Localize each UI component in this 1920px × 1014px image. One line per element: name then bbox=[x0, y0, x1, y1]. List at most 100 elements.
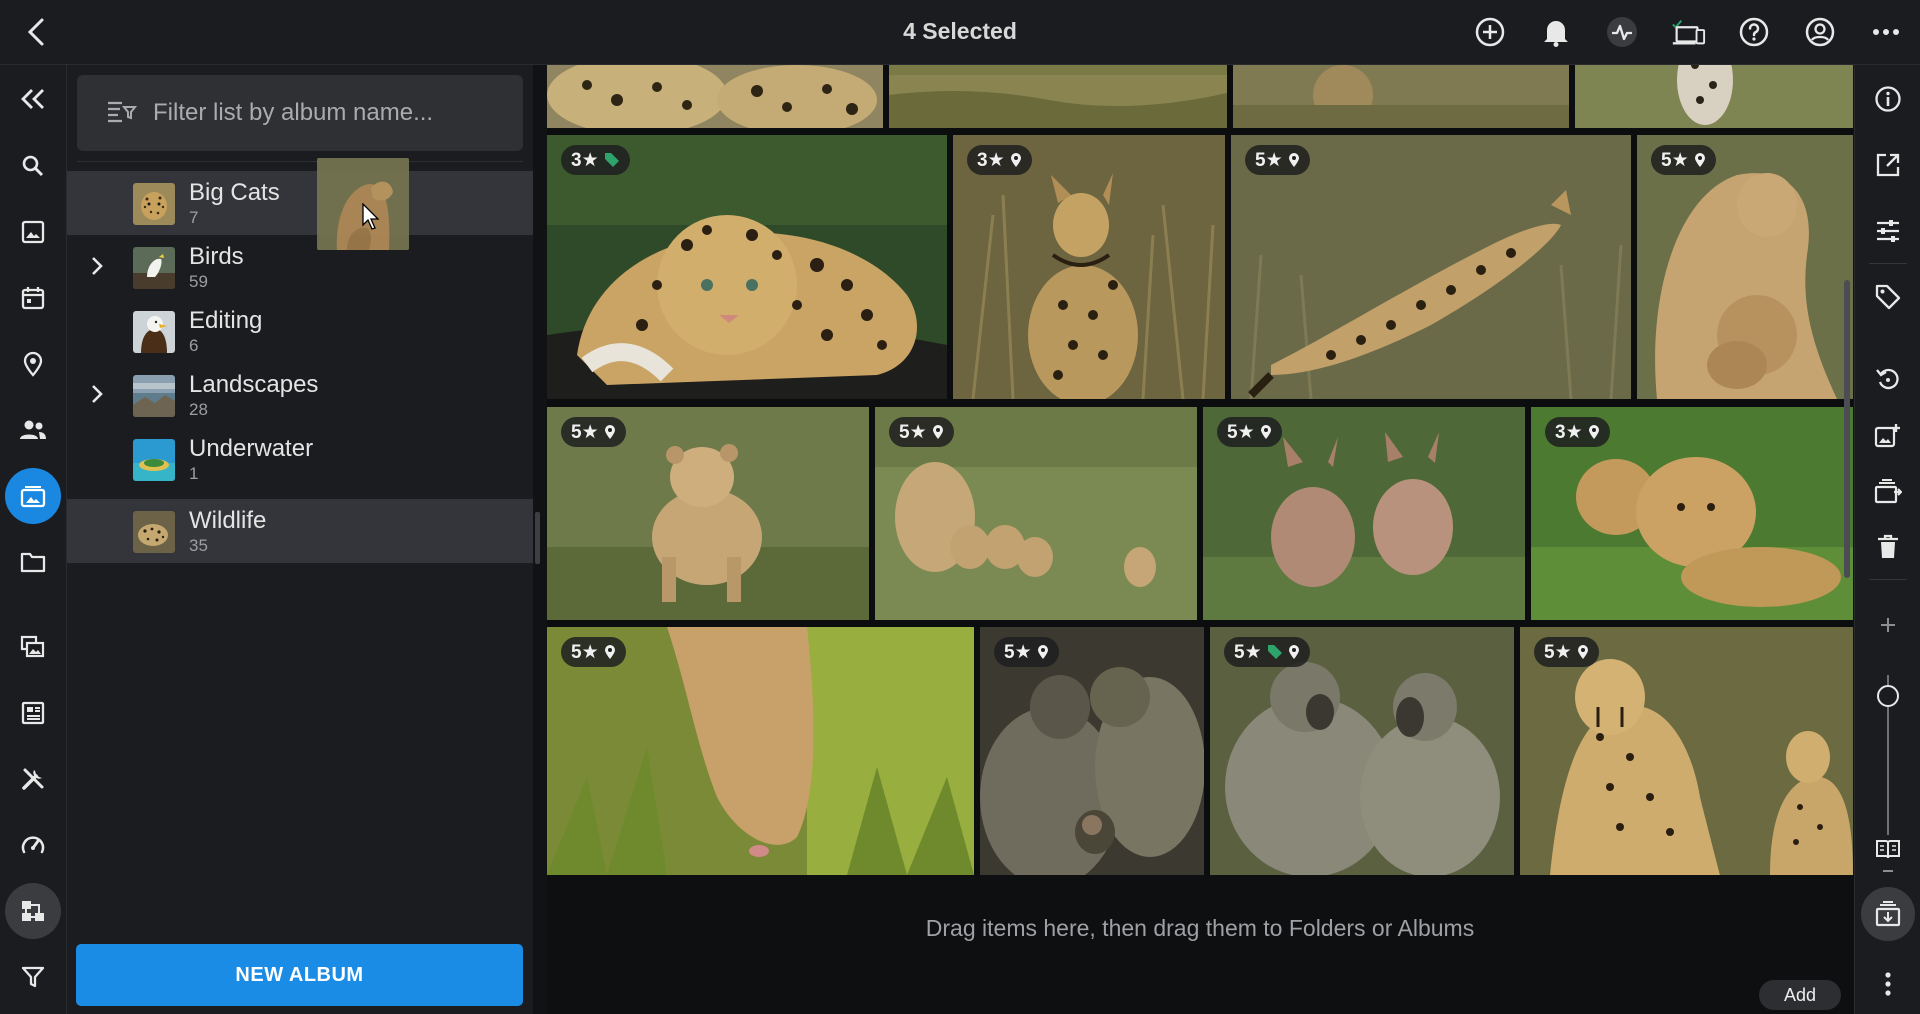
back-button[interactable] bbox=[16, 12, 56, 52]
photo-tile-lioness-drinking[interactable]: 5★ bbox=[547, 627, 974, 875]
album-thumbnail bbox=[133, 439, 175, 481]
photo-tile-row0-2[interactable] bbox=[889, 65, 1227, 128]
album-thumbnail bbox=[133, 247, 175, 289]
album-name: Underwater bbox=[189, 435, 314, 462]
album-item-underwater[interactable]: Underwater 1 bbox=[67, 427, 533, 491]
photo-badge: 5★ bbox=[1217, 417, 1282, 447]
rating-label: 5★ bbox=[1004, 641, 1032, 663]
photo-tile-baboon-with-baby[interactable]: 5★ bbox=[980, 627, 1204, 875]
photo-tile-lion-cubs-grass[interactable]: 3★ bbox=[1531, 407, 1853, 620]
album-item-big-cats[interactable]: Big Cats 7 bbox=[67, 171, 533, 235]
zoom-slider-handle[interactable] bbox=[1877, 685, 1899, 707]
photo-tile-leopard-resting[interactable]: 3★ bbox=[547, 135, 947, 399]
devices-button[interactable] bbox=[1670, 14, 1706, 50]
location-pin-icon bbox=[932, 425, 943, 439]
photo-tile-row0-3[interactable] bbox=[1233, 65, 1569, 128]
drag-drop-basket[interactable]: Drag items here, then drag them to Folde… bbox=[547, 875, 1853, 1014]
basket-toggle-button[interactable] bbox=[1861, 887, 1915, 941]
location-pin-icon bbox=[604, 425, 615, 439]
help-button[interactable] bbox=[1736, 14, 1772, 50]
new-album-button[interactable]: NEW ALBUM bbox=[76, 944, 523, 1006]
panel-resize-handle[interactable] bbox=[535, 512, 540, 564]
rail-tools[interactable] bbox=[5, 751, 61, 807]
location-pin-icon bbox=[1260, 425, 1271, 439]
adjust-button[interactable] bbox=[1864, 207, 1912, 255]
devices-icon bbox=[1672, 20, 1706, 45]
account-icon bbox=[1805, 17, 1835, 47]
photo-tile-lion-family[interactable]: 5★ bbox=[875, 407, 1197, 620]
add-to-album-button[interactable] bbox=[1864, 411, 1912, 459]
album-count: 7 bbox=[189, 208, 199, 227]
add-button[interactable] bbox=[1472, 14, 1508, 50]
album-item-wildlife[interactable]: Wildlife 35 bbox=[67, 499, 533, 563]
activity-button[interactable] bbox=[1604, 14, 1640, 50]
grid-scrollbar[interactable] bbox=[1844, 280, 1850, 578]
more-actions-button[interactable] bbox=[1864, 960, 1912, 1008]
more-button[interactable] bbox=[1868, 14, 1904, 50]
photo-tile-jackals[interactable]: 5★ bbox=[1203, 407, 1525, 620]
zoom-in-button[interactable] bbox=[1864, 601, 1912, 649]
photo-tile-row0-4[interactable] bbox=[1575, 65, 1853, 128]
album-item-editing[interactable]: Editing 6 bbox=[67, 299, 533, 363]
rail-photos[interactable] bbox=[5, 204, 61, 260]
map-pin-icon bbox=[23, 351, 43, 377]
add-button[interactable]: Add bbox=[1759, 980, 1841, 1010]
rail-people[interactable] bbox=[5, 402, 61, 458]
album-item-landscapes[interactable]: Landscapes 28 bbox=[67, 363, 533, 427]
account-button[interactable] bbox=[1802, 14, 1838, 50]
rail-filter[interactable] bbox=[5, 949, 61, 1005]
notifications-button[interactable] bbox=[1538, 14, 1574, 50]
rail-calendar[interactable] bbox=[5, 270, 61, 326]
album-name: Editing bbox=[189, 307, 263, 334]
add-to-album-icon bbox=[1874, 424, 1900, 448]
rail-hierarchy[interactable] bbox=[5, 883, 61, 939]
photo-badge: 5★ bbox=[1534, 637, 1599, 667]
location-pin-icon bbox=[1588, 425, 1599, 439]
rotate-button[interactable] bbox=[1864, 355, 1912, 403]
albums-icon bbox=[20, 486, 46, 508]
rail-folders[interactable] bbox=[5, 534, 61, 590]
back-icon bbox=[27, 18, 44, 46]
photo-badge: 5★ bbox=[1245, 145, 1310, 175]
delete-button[interactable] bbox=[1864, 523, 1912, 571]
panel-divider bbox=[77, 161, 523, 162]
album-thumbnail bbox=[133, 183, 175, 225]
album-item-birds[interactable]: Birds 59 bbox=[67, 235, 533, 299]
location-pin-icon bbox=[604, 645, 615, 659]
rail-divider bbox=[1869, 579, 1907, 580]
open-button[interactable] bbox=[1864, 141, 1912, 189]
rail-map[interactable] bbox=[5, 336, 61, 392]
photo-badge: 5★ bbox=[1224, 637, 1310, 667]
info-button[interactable] bbox=[1864, 75, 1912, 123]
rating-label: 5★ bbox=[571, 641, 599, 663]
tag-icon bbox=[1875, 284, 1901, 310]
photo-tile-serval-sitting[interactable]: 3★ bbox=[953, 135, 1225, 399]
rating-label: 3★ bbox=[1555, 421, 1583, 443]
photo-badge: 5★ bbox=[561, 637, 626, 667]
rail-collections[interactable] bbox=[5, 619, 61, 675]
photo-tile-lion-cub[interactable]: 5★ bbox=[547, 407, 869, 620]
move-button[interactable] bbox=[1864, 467, 1912, 515]
photo-tile-baboons-grooming[interactable]: 5★ bbox=[1210, 627, 1514, 875]
adjustments-icon bbox=[1877, 220, 1899, 242]
photo-tile-lioness-with-cubs[interactable]: 5★ bbox=[1637, 135, 1853, 399]
photo-tile-row0-1[interactable] bbox=[547, 65, 883, 128]
photo-tile-serval-leaping[interactable]: 5★ bbox=[1231, 135, 1631, 399]
rail-dashboard[interactable] bbox=[5, 685, 61, 741]
photo-grid: 3★ 3★ 5★ 5★ 5★ 5★ 5★ 3★ 5★ 5★ 5★ 5★ bbox=[547, 65, 1853, 875]
album-name: Landscapes bbox=[189, 371, 319, 398]
speed-icon bbox=[21, 836, 45, 854]
rail-albums[interactable] bbox=[5, 468, 61, 524]
photo-tile-cheetahs[interactable]: 5★ bbox=[1520, 627, 1853, 875]
book-button[interactable] bbox=[1864, 825, 1912, 873]
rail-performance[interactable] bbox=[5, 817, 61, 873]
collapse-panel-button[interactable] bbox=[5, 71, 61, 127]
chevron-right-icon[interactable] bbox=[89, 383, 105, 405]
chevron-right-icon[interactable] bbox=[89, 255, 105, 277]
rating-label: 5★ bbox=[1544, 641, 1572, 663]
keywords-button[interactable] bbox=[1864, 273, 1912, 321]
album-filter-input[interactable]: Filter list by album name... bbox=[77, 75, 523, 151]
rail-search[interactable] bbox=[5, 138, 61, 194]
add-circle-icon bbox=[1475, 17, 1505, 47]
mouse-cursor-icon bbox=[362, 203, 380, 230]
